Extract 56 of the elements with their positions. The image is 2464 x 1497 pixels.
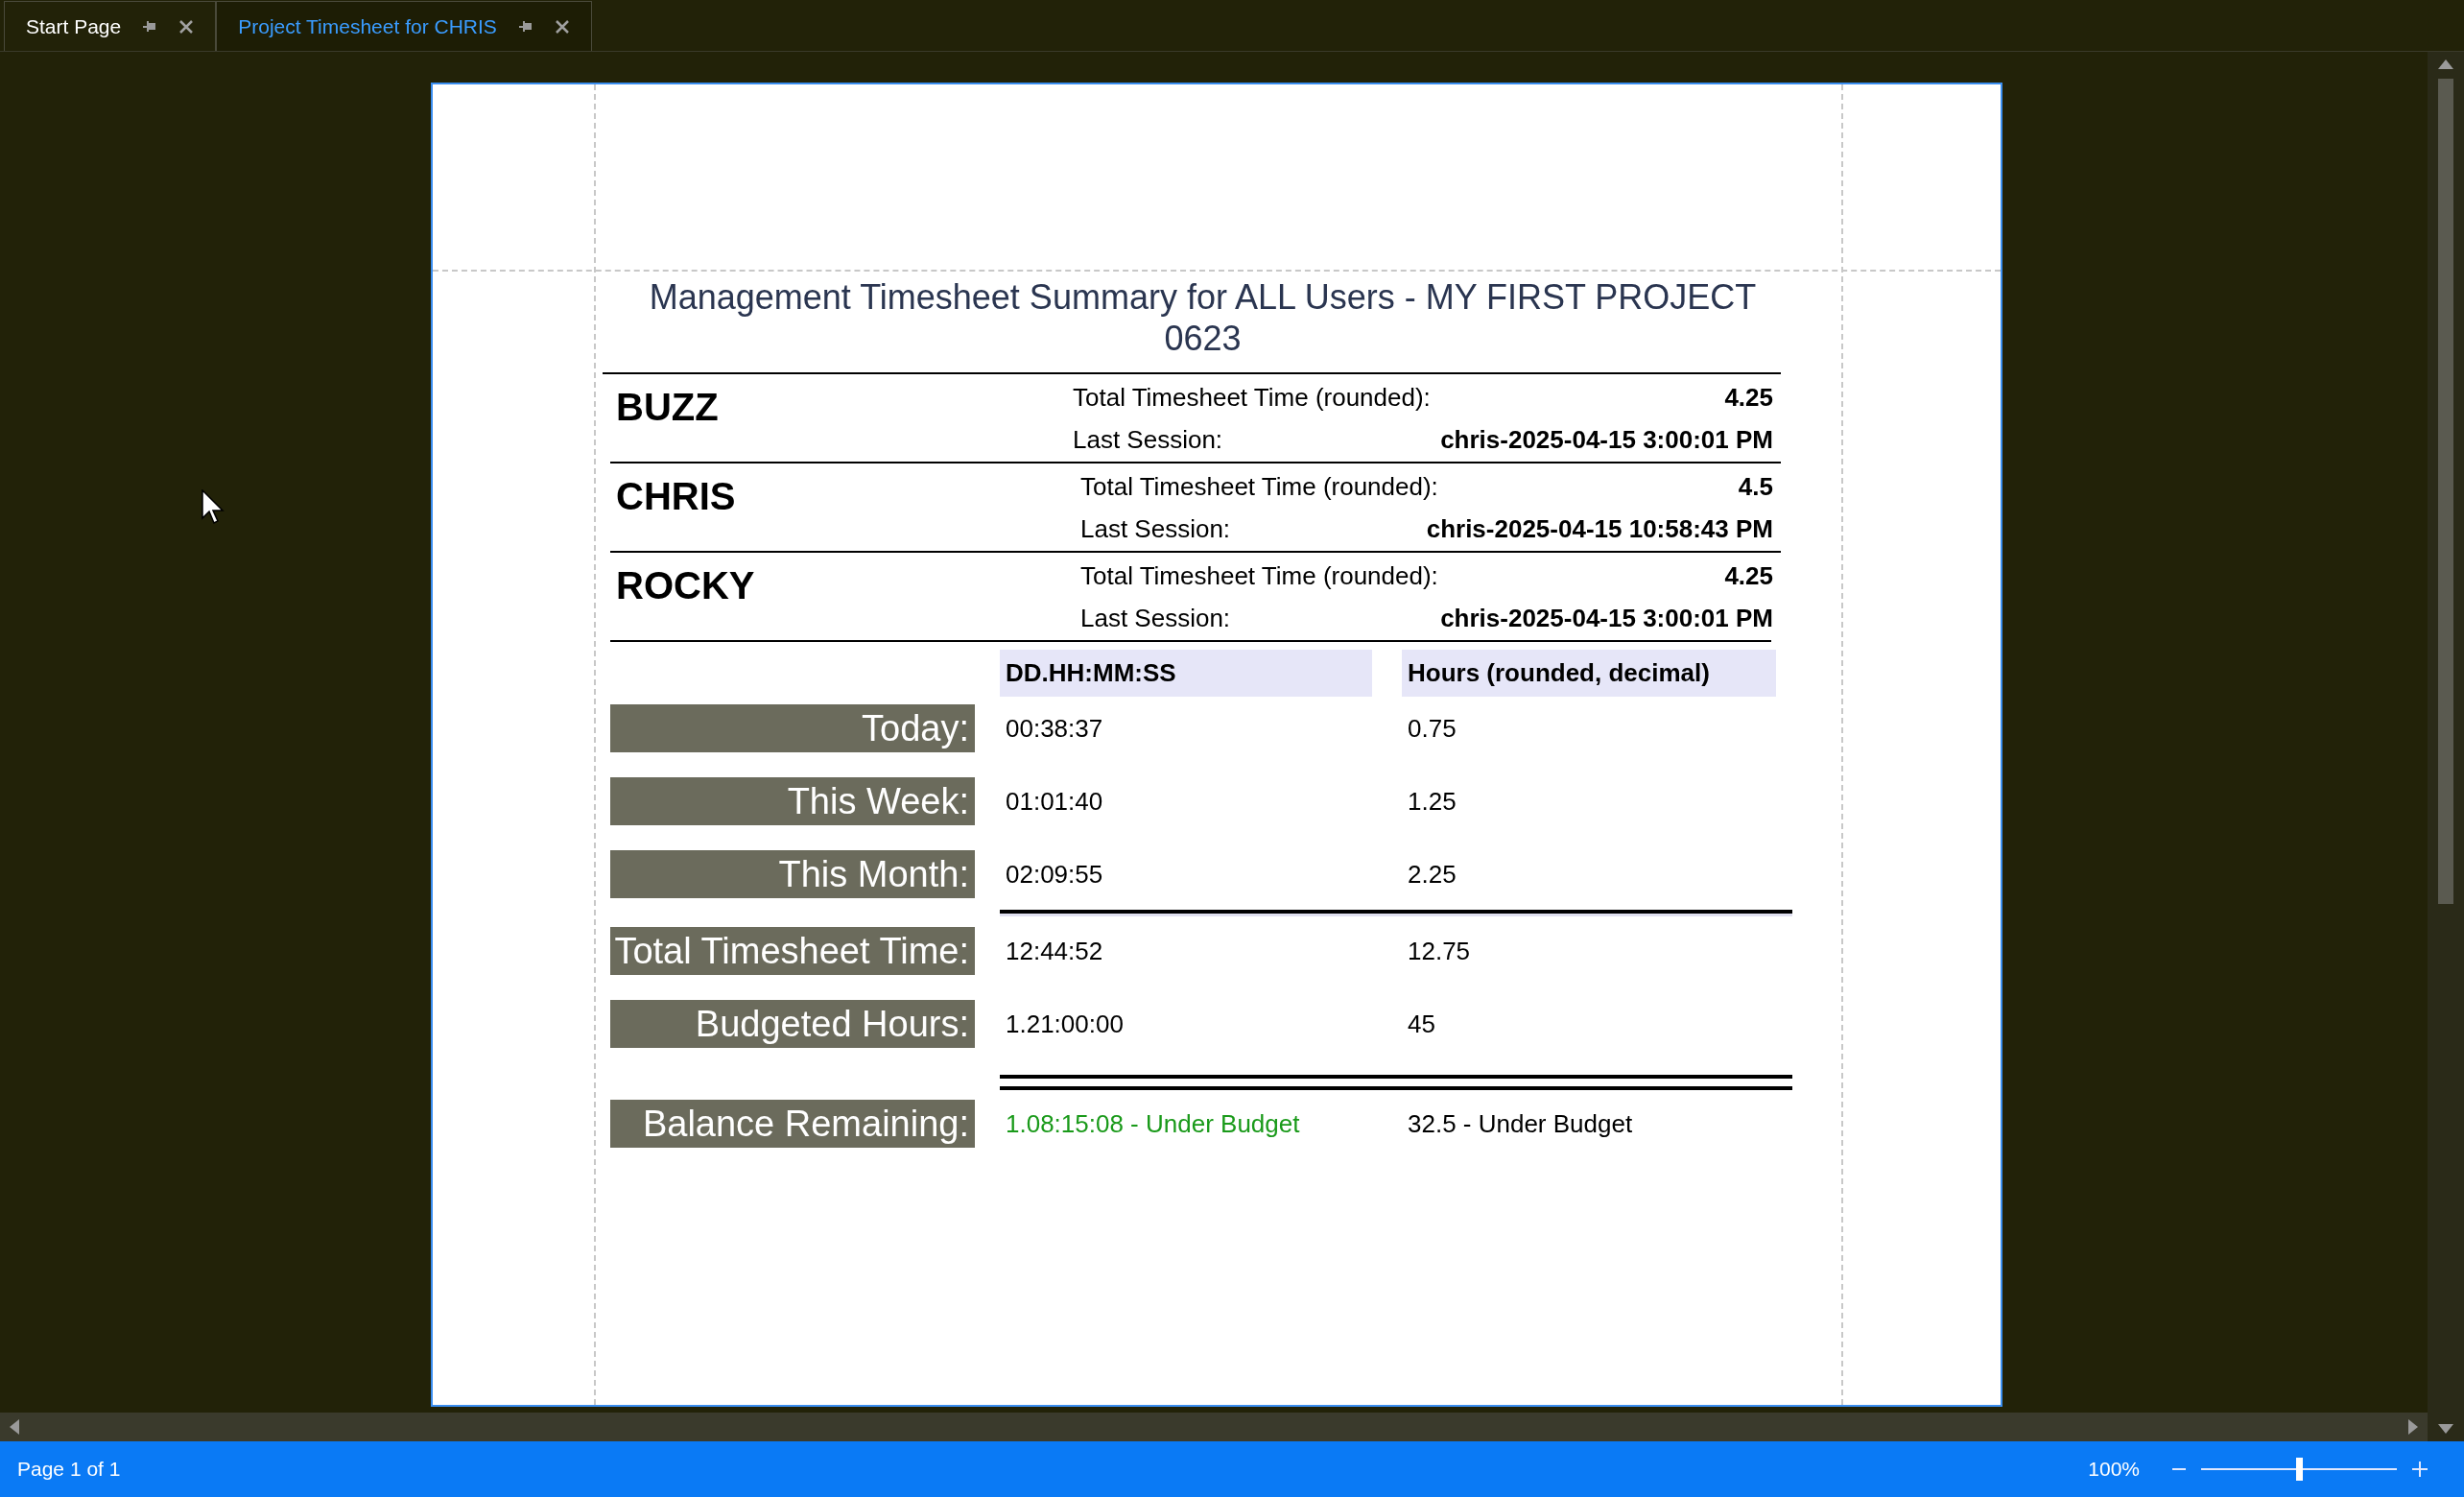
field-value: chris-2025-04-15 10:58:43 PM <box>1426 512 1773 545</box>
field-value: 4.25 <box>1724 381 1773 414</box>
column-header: Hours (rounded, decimal) <box>1402 650 1776 697</box>
scroll-left-icon[interactable] <box>10 1419 21 1435</box>
close-icon[interactable] <box>178 18 195 35</box>
user-name: ROCKY <box>615 563 756 608</box>
hours-value: 12.75 <box>1408 936 1471 965</box>
page-indicator: Page 1 of 1 <box>17 1457 121 1483</box>
pin-icon[interactable] <box>517 19 533 34</box>
hours-value: 32.5 - Under Budget <box>1408 1108 1633 1138</box>
scrollbar-thumb[interactable] <box>2438 79 2453 904</box>
summary-label: Balance Remaining: <box>610 1100 975 1148</box>
field-value: 4.5 <box>1738 470 1773 503</box>
pin-icon[interactable] <box>142 19 158 34</box>
summary-label: Total Timesheet Time: <box>610 927 975 975</box>
duration-value: 02:09:55 <box>1006 859 1103 889</box>
hours-value: 0.75 <box>1408 713 1457 743</box>
field-label: Total Timesheet Time (rounded): <box>1073 381 1431 414</box>
field-value: 4.25 <box>1724 559 1773 592</box>
hours-value: 2.25 <box>1408 859 1457 889</box>
hours-value: 1.25 <box>1408 786 1457 816</box>
zoom-out-icon[interactable] <box>2172 1467 2186 1471</box>
duration-value: 1.21:00:00 <box>1006 1009 1124 1038</box>
scroll-right-icon[interactable] <box>2406 1419 2418 1435</box>
zoom-in-icon[interactable] <box>2412 1461 2428 1477</box>
scroll-up-icon[interactable] <box>2438 59 2453 71</box>
column-header: DD.HH:MM:SS <box>1000 650 1372 697</box>
slider-thumb[interactable] <box>2296 1458 2303 1481</box>
horizontal-scrollbar[interactable] <box>0 1413 2428 1441</box>
scroll-down-icon[interactable] <box>2438 1422 2453 1434</box>
hours-value: 45 <box>1408 1009 1435 1038</box>
duration-value: 12:44:52 <box>1006 936 1103 965</box>
report-title: Management Timesheet Summary for ALL Users - MY FIRST PROJECT 0623 <box>648 276 1758 359</box>
field-label: Last Session: <box>1080 602 1231 634</box>
summary-label: Budgeted Hours: <box>610 1000 975 1048</box>
document-tab[interactable]: Start Page <box>4 1 217 51</box>
mouse-cursor-icon <box>201 489 225 526</box>
summary-label: This Week: <box>610 777 975 825</box>
field-label: Total Timesheet Time (rounded): <box>1080 559 1438 592</box>
zoom-slider[interactable] <box>2201 1458 2397 1481</box>
field-label: Last Session: <box>1073 423 1223 456</box>
field-value: chris-2025-04-15 3:00:01 PM <box>1440 602 1773 634</box>
close-icon[interactable] <box>554 18 570 35</box>
zoom-percent: 100% <box>2088 1457 2140 1483</box>
duration-value: 00:38:37 <box>1006 713 1103 743</box>
field-value: chris-2025-04-15 3:00:01 PM <box>1440 423 1773 456</box>
summary-label: This Month: <box>610 850 975 898</box>
duration-value: 1.08:15:08 - Under Budget <box>1006 1108 1300 1138</box>
summary-label: Today: <box>610 704 975 752</box>
field-label: Last Session: <box>1080 512 1231 545</box>
user-name: BUZZ <box>615 385 720 430</box>
vertical-scrollbar[interactable] <box>2428 52 2464 1441</box>
field-label: Total Timesheet Time (rounded): <box>1080 470 1438 503</box>
document-tab[interactable]: Project Timesheet for CHRIS <box>216 1 592 51</box>
duration-value: 01:01:40 <box>1006 786 1103 816</box>
user-name: CHRIS <box>615 474 737 519</box>
